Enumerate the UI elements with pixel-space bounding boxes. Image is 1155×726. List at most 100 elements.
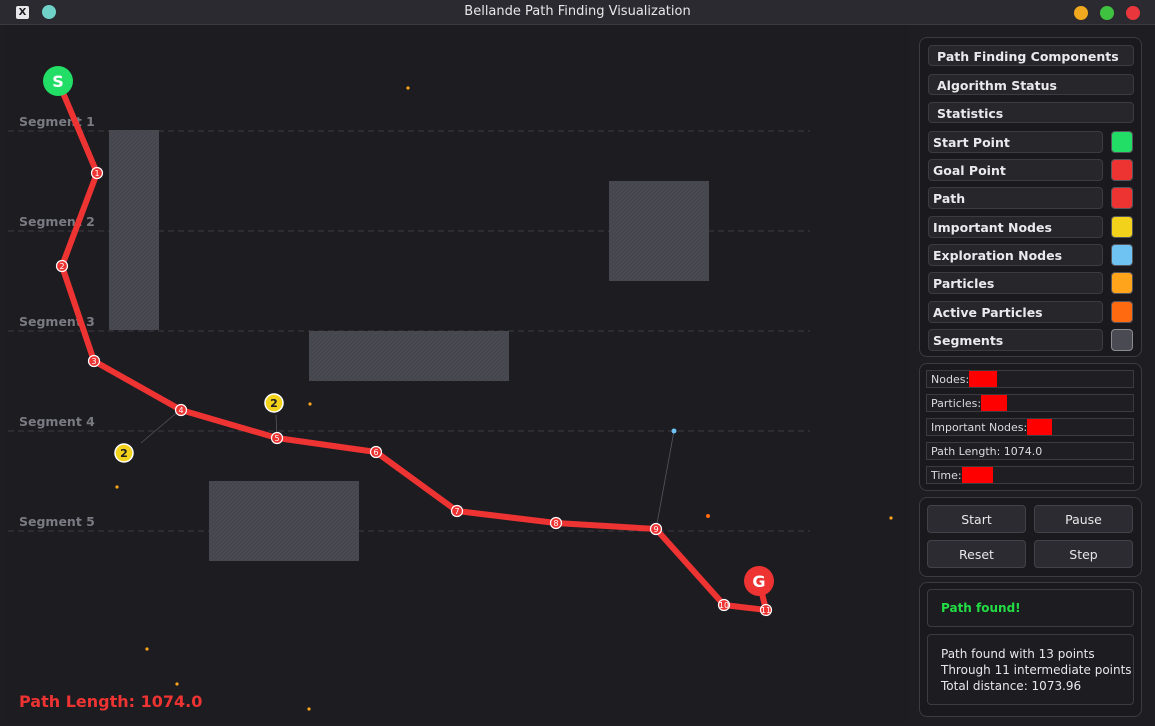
path-node: 8: [549, 516, 563, 530]
controls-panel: Start Pause Reset Step: [919, 497, 1142, 577]
maximize-button[interactable]: [1100, 6, 1114, 20]
svg-text:1: 1: [94, 169, 99, 178]
stat-path-length: Path Length: 1074.0: [926, 442, 1134, 460]
legend-label: Goal Point: [928, 159, 1103, 181]
redacted-value: [969, 371, 998, 387]
particle: [115, 485, 119, 489]
segment-label: Segment 4: [19, 414, 95, 429]
legend-label: Particles: [928, 272, 1103, 294]
svg-text:2: 2: [270, 397, 278, 410]
svg-text:7: 7: [454, 507, 459, 516]
svg-text:11: 11: [761, 606, 771, 615]
details-text: Path found with 13 points Through 11 int…: [941, 646, 1132, 694]
start-point: S: [43, 66, 73, 96]
legend-label: Important Nodes: [928, 216, 1103, 238]
path-node: 3: [87, 354, 101, 368]
step-button[interactable]: Step: [1034, 540, 1133, 568]
segment-label: Segment 1: [19, 114, 95, 129]
particle: [175, 682, 179, 686]
svg-text:3: 3: [91, 357, 96, 366]
detail-line: Through 11 intermediate points: [941, 663, 1132, 677]
segment-label: Segment 5: [19, 514, 95, 529]
particle: [406, 86, 410, 90]
path-node: 5: [270, 431, 284, 445]
pause-button[interactable]: Pause: [1034, 505, 1133, 533]
color-swatch[interactable]: [1111, 187, 1133, 209]
close-button[interactable]: [1126, 6, 1140, 20]
start-button[interactable]: Start: [927, 505, 1026, 533]
path-node: 7: [450, 504, 464, 518]
components-panel: Path Finding Components Algorithm Status…: [919, 37, 1142, 357]
statistics-panel: Nodes: Particles: Important Nodes: Path …: [919, 363, 1142, 491]
important-node: 2: [264, 393, 284, 413]
reset-button[interactable]: Reset: [927, 540, 1026, 568]
legend-label: Start Point: [928, 131, 1103, 153]
color-swatch[interactable]: [1111, 329, 1133, 351]
svg-text:10: 10: [719, 601, 729, 610]
particle: [308, 402, 312, 406]
obstacle: [309, 331, 509, 381]
path-node: 2: [55, 259, 69, 273]
stat-particles: Particles:: [926, 394, 1134, 412]
color-swatch[interactable]: [1111, 272, 1133, 294]
particle: [706, 514, 710, 518]
color-swatch[interactable]: [1111, 216, 1133, 238]
path-node: 1: [90, 166, 104, 180]
obstacle: [109, 130, 159, 330]
svg-text:S: S: [52, 72, 64, 91]
legend-active-particles: Active Particles: [928, 301, 1134, 323]
legend-particles: Particles: [928, 272, 1134, 294]
status-panel: Path found! Path found with 13 points Th…: [919, 582, 1142, 717]
legend-path: Path: [928, 187, 1134, 209]
particle: [889, 516, 893, 520]
color-swatch[interactable]: [1111, 159, 1133, 181]
header-path-finding-components[interactable]: Path Finding Components: [928, 45, 1134, 66]
particle: [145, 647, 149, 651]
legend-start-point: Start Point: [928, 131, 1134, 153]
stat-time: Time:: [926, 466, 1134, 484]
color-swatch[interactable]: [1111, 301, 1133, 323]
header-statistics[interactable]: Statistics: [928, 102, 1134, 123]
svg-text:4: 4: [178, 406, 183, 415]
app-window: X Bellande Path Finding Visualization Se…: [0, 0, 1155, 726]
important-node: 2: [114, 443, 134, 463]
color-swatch[interactable]: [1111, 244, 1133, 266]
detail-line: Path found with 13 points: [941, 647, 1095, 661]
legend-exploration-nodes: Exploration Nodes: [928, 244, 1134, 266]
path-node: 10: [717, 598, 731, 612]
svg-text:6: 6: [373, 448, 378, 457]
obstacles: [109, 130, 709, 561]
legend-label: Path: [928, 187, 1103, 209]
detail-line: Total distance: 1073.96: [941, 679, 1082, 693]
minimize-button[interactable]: [1074, 6, 1088, 20]
window-title: Bellande Path Finding Visualization: [464, 4, 691, 19]
legend-label: Exploration Nodes: [928, 244, 1103, 266]
visualization-canvas[interactable]: Segment 1 Segment 2 Segment 3 Segment 4 …: [4, 25, 910, 722]
status-box: Path found!: [927, 589, 1134, 627]
title-bar: X Bellande Path Finding Visualization: [0, 0, 1155, 25]
legend-important-nodes: Important Nodes: [928, 216, 1134, 238]
svg-text:5: 5: [274, 434, 279, 443]
status-message: Path found!: [941, 601, 1021, 615]
path-node: 4: [174, 403, 188, 417]
stat-nodes: Nodes:: [926, 370, 1134, 388]
redacted-value: [981, 395, 1008, 411]
particle: [307, 707, 311, 711]
header-algorithm-status[interactable]: Algorithm Status: [928, 74, 1134, 95]
svg-text:2: 2: [120, 447, 128, 460]
path-node: 9: [649, 522, 663, 536]
path-node: 6: [369, 445, 383, 459]
path-length-label: Path Length: 1074.0: [19, 692, 202, 711]
path-node: 11: [759, 603, 773, 617]
redacted-value: [961, 467, 993, 483]
legend-label: Segments: [928, 329, 1103, 351]
particles: [115, 86, 893, 711]
obstacle: [209, 481, 359, 561]
svg-text:G: G: [752, 572, 765, 591]
color-swatch[interactable]: [1111, 131, 1133, 153]
svg-text:2: 2: [59, 262, 64, 271]
legend-segments: Segments: [928, 329, 1134, 351]
svg-text:9: 9: [653, 525, 658, 534]
exploration-node: [671, 428, 677, 434]
details-box: Path found with 13 points Through 11 int…: [927, 634, 1134, 705]
